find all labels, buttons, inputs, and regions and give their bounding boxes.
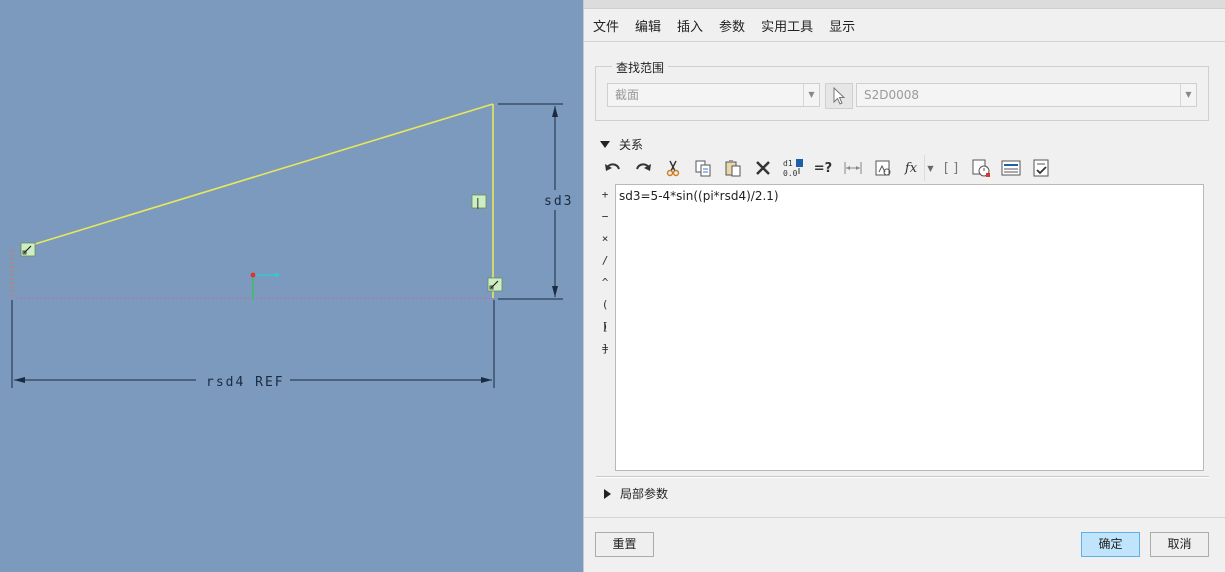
svg-text:d1: d1 — [783, 159, 793, 168]
scope-object-select[interactable]: S2D0008 ▼ — [856, 83, 1197, 107]
menu-display[interactable]: 显示 — [829, 16, 855, 35]
footer-divider — [584, 517, 1225, 518]
vertical-constraint-icon[interactable]: | — [471, 194, 487, 209]
unit-sensitive-icon[interactable] — [868, 155, 898, 181]
operator-parentheses[interactable]: ( ) — [596, 294, 614, 333]
redo-icon[interactable] — [628, 155, 658, 181]
collapse-triangle-icon[interactable] — [600, 141, 610, 148]
menu-insert[interactable]: 插入 — [677, 16, 703, 35]
menu-utilities[interactable]: 实用工具 — [761, 16, 813, 35]
paste-icon[interactable] — [718, 155, 748, 181]
menu-file[interactable]: 文件 — [593, 16, 619, 35]
reset-button[interactable]: 重置 — [595, 532, 654, 557]
cut-icon[interactable] — [658, 155, 688, 181]
dimension-width[interactable]: rsd4 REF — [11, 300, 495, 390]
chevron-down-icon[interactable]: ▼ — [803, 84, 819, 106]
switch-dimensions-icon[interactable]: d1 0.0 — [778, 155, 808, 181]
scope-type-select[interactable]: 截面 ▼ — [607, 83, 820, 107]
section-divider — [596, 476, 1209, 478]
menu-parameters[interactable]: 参数 — [719, 16, 745, 35]
dimension-height[interactable]: sd3 — [498, 103, 573, 300]
operator-power[interactable]: ^ — [596, 272, 614, 294]
look-in-group: 查找范围 截面 ▼ S2D0008 ▼ — [595, 59, 1209, 121]
operator-palette: + − × / ^ ( ) [ ] = — [596, 184, 614, 360]
operator-brackets[interactable]: [ ] — [596, 316, 614, 355]
units-icon[interactable] — [966, 155, 996, 181]
chevron-down-icon[interactable]: ▼ — [924, 155, 936, 181]
sketch-sloped-line[interactable] — [21, 103, 494, 249]
operator-multiply[interactable]: × — [596, 228, 614, 250]
delete-icon[interactable] — [748, 155, 778, 181]
relation-line[interactable]: sd3=5-4*sin((pi*rsd4)/2.1) — [619, 189, 1200, 203]
sort-icon[interactable] — [996, 155, 1026, 181]
insert-parameter-icon[interactable]: [ ] — [936, 155, 966, 181]
verify-icon[interactable] — [1026, 155, 1056, 181]
operator-minus[interactable]: − — [596, 206, 614, 228]
endpoint-constraint-icon[interactable] — [20, 242, 36, 257]
corner-constraint-icon[interactable] — [487, 277, 503, 292]
dimension-width-label[interactable]: rsd4 REF — [206, 375, 285, 390]
relations-toolbar: d1 0.0 =? fx ▼ [ ] — [598, 155, 1056, 181]
vertical-constraint-label: | — [476, 196, 480, 209]
sketch-canvas[interactable]: sd3 rsd4 REF | — [0, 0, 583, 572]
dialog-title-bar[interactable] — [584, 0, 1225, 9]
sketch-svg[interactable]: sd3 rsd4 REF | — [0, 0, 583, 572]
undo-icon[interactable] — [598, 155, 628, 181]
relations-section-title: 关系 — [619, 138, 644, 152]
local-parameters-title: 局部参数 — [620, 487, 669, 501]
coordinate-system-icon — [250, 272, 279, 300]
copy-icon[interactable] — [688, 155, 718, 181]
cursor-arrow-icon — [833, 87, 846, 105]
select-object-button[interactable] — [825, 83, 853, 109]
menu-bar: 文件 编辑 插入 参数 实用工具 显示 — [584, 10, 1225, 42]
scope-type-value: 截面 — [615, 88, 640, 102]
look-in-label: 查找范围 — [612, 59, 669, 76]
insert-dimension-icon[interactable] — [838, 155, 868, 181]
ok-button[interactable]: 确定 — [1081, 532, 1140, 557]
local-parameters-section-header[interactable]: 局部参数 — [604, 485, 668, 502]
relations-dialog: 文件 编辑 插入 参数 实用工具 显示 查找范围 截面 ▼ S2D0008 ▼ … — [583, 0, 1225, 572]
relations-section-header[interactable]: 关系 — [600, 136, 643, 153]
expand-triangle-icon[interactable] — [604, 488, 611, 499]
menu-edit[interactable]: 编辑 — [635, 16, 661, 35]
evaluate-icon[interactable]: =? — [808, 155, 838, 181]
scope-object-value: S2D0008 — [864, 88, 920, 102]
insert-function-icon[interactable]: fx — [898, 155, 924, 181]
relations-editor[interactable]: sd3=5-4*sin((pi*rsd4)/2.1) — [615, 184, 1204, 471]
operator-equals[interactable]: = — [596, 338, 614, 360]
cancel-button[interactable]: 取消 — [1150, 532, 1209, 557]
operator-plus[interactable]: + — [596, 184, 614, 206]
chevron-down-icon[interactable]: ▼ — [1180, 84, 1196, 106]
svg-text:0.0: 0.0 — [783, 169, 798, 178]
operator-divide[interactable]: / — [596, 250, 614, 272]
dimension-height-label[interactable]: sd3 — [544, 194, 573, 209]
